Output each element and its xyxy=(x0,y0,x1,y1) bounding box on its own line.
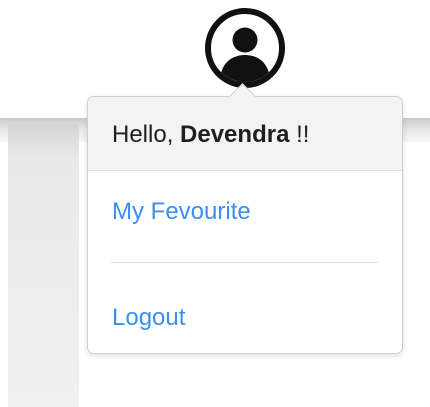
user-greeting: Hello, Devendra !! xyxy=(88,97,402,171)
user-name: Devendra xyxy=(180,121,290,148)
user-avatar-icon xyxy=(220,27,270,82)
logout-link[interactable]: Logout xyxy=(112,304,185,332)
my-favourite-link[interactable]: My Fevourite xyxy=(112,198,251,226)
page-sidebar xyxy=(8,124,79,407)
greeting-suffix: !! xyxy=(296,121,310,148)
user-avatar-button[interactable] xyxy=(205,8,285,88)
user-dropdown-menu: Hello, Devendra !! My Fevourite Logout xyxy=(87,83,403,354)
greeting-prefix: Hello, xyxy=(112,121,174,148)
menu-divider xyxy=(111,262,379,263)
